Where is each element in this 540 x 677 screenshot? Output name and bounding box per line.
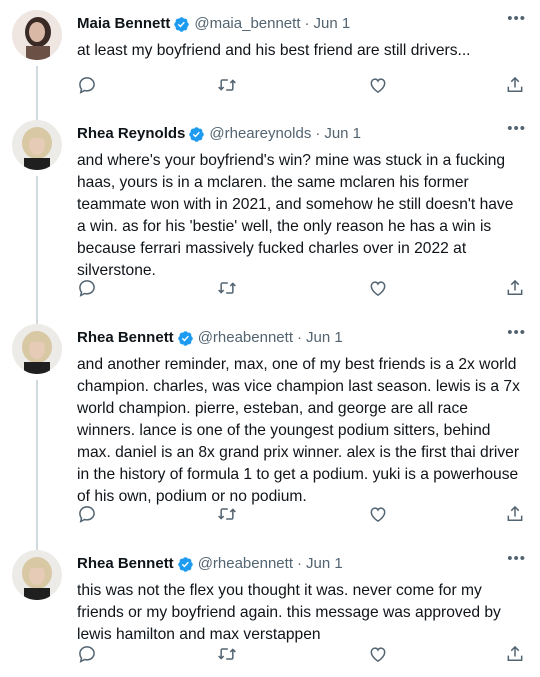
share-icon[interactable]: [505, 75, 527, 97]
avatar[interactable]: [12, 324, 62, 374]
verified-icon: [188, 126, 205, 143]
share-icon[interactable]: [505, 278, 527, 300]
timestamp[interactable]: Jun 1: [306, 328, 343, 348]
share-icon[interactable]: [505, 504, 527, 526]
tweet-text: and where's your boyfriend's win? mine w…: [77, 152, 514, 279]
display-name[interactable]: Maia Bennett: [77, 14, 170, 34]
tweet[interactable]: Maia Bennett @maia_bennett · Jun 1 ••• a…: [0, 0, 540, 110]
more-icon[interactable]: •••: [507, 325, 526, 340]
retweet-icon[interactable]: [217, 75, 239, 97]
thread-line: [36, 66, 38, 110]
tweet-actions: [77, 504, 527, 526]
handle[interactable]: @rheareynolds: [209, 124, 311, 144]
tweet-header: Maia Bennett @maia_bennett · Jun 1: [77, 14, 350, 34]
handle[interactable]: @maia_bennett: [194, 14, 300, 34]
like-icon[interactable]: [368, 504, 390, 526]
verified-icon: [173, 16, 190, 33]
reply-icon[interactable]: [77, 278, 99, 300]
avatar-image-icon: [12, 550, 62, 600]
tweet-header: Rhea Bennett @rheabennett · Jun 1: [77, 554, 343, 574]
thread-line: [36, 314, 38, 324]
tweet-actions: [77, 644, 527, 666]
avatar[interactable]: [12, 10, 62, 60]
like-icon[interactable]: [368, 278, 390, 300]
tweet-actions: [77, 75, 527, 97]
avatar[interactable]: [12, 550, 62, 600]
reply-icon[interactable]: [77, 504, 99, 526]
thread-line: [36, 380, 38, 540]
retweet-icon[interactable]: [217, 278, 239, 300]
share-icon[interactable]: [505, 644, 527, 666]
timestamp[interactable]: Jun 1: [314, 14, 351, 34]
thread-line: [36, 540, 38, 550]
more-icon[interactable]: •••: [507, 11, 526, 26]
tweet-header: Rhea Reynolds @rheareynolds · Jun 1: [77, 124, 361, 144]
avatar[interactable]: [12, 120, 62, 170]
display-name[interactable]: Rhea Bennett: [77, 328, 174, 348]
tweet[interactable]: Rhea Bennett @rheabennett · Jun 1 ••• an…: [0, 314, 540, 540]
avatar-image-icon: [12, 10, 62, 60]
reply-icon[interactable]: [77, 75, 99, 97]
display-name[interactable]: Rhea Reynolds: [77, 124, 185, 144]
avatar-image-icon: [12, 120, 62, 170]
verified-icon: [177, 556, 194, 573]
avatar-image-icon: [12, 324, 62, 374]
tweet[interactable]: Rhea Reynolds @rheareynolds · Jun 1 ••• …: [0, 110, 540, 314]
more-icon[interactable]: •••: [507, 551, 526, 566]
more-icon[interactable]: •••: [507, 121, 526, 136]
like-icon[interactable]: [368, 75, 390, 97]
handle[interactable]: @rheabennett: [198, 554, 293, 574]
like-icon[interactable]: [368, 644, 390, 666]
tweet-header: Rhea Bennett @rheabennett · Jun 1: [77, 328, 343, 348]
tweet-text: at least my boyfriend and his best frien…: [77, 42, 471, 59]
timestamp[interactable]: Jun 1: [306, 554, 343, 574]
display-name[interactable]: Rhea Bennett: [77, 554, 174, 574]
separator: ·: [296, 555, 302, 572]
tweet-text: and another reminder, max, one of my bes…: [77, 356, 520, 505]
retweet-icon[interactable]: [217, 504, 239, 526]
tweet[interactable]: Rhea Bennett @rheabennett · Jun 1 ••• th…: [0, 540, 540, 677]
separator: ·: [304, 15, 310, 32]
tweet-text: this was not the flex you thought it was…: [77, 582, 501, 643]
thread-line: [36, 110, 38, 120]
reply-icon[interactable]: [77, 644, 99, 666]
separator: ·: [296, 329, 302, 346]
separator: ·: [315, 125, 321, 142]
verified-icon: [177, 330, 194, 347]
timestamp[interactable]: Jun 1: [324, 124, 361, 144]
tweet-actions: [77, 278, 527, 300]
retweet-icon[interactable]: [217, 644, 239, 666]
thread-line: [36, 176, 38, 314]
handle[interactable]: @rheabennett: [198, 328, 293, 348]
